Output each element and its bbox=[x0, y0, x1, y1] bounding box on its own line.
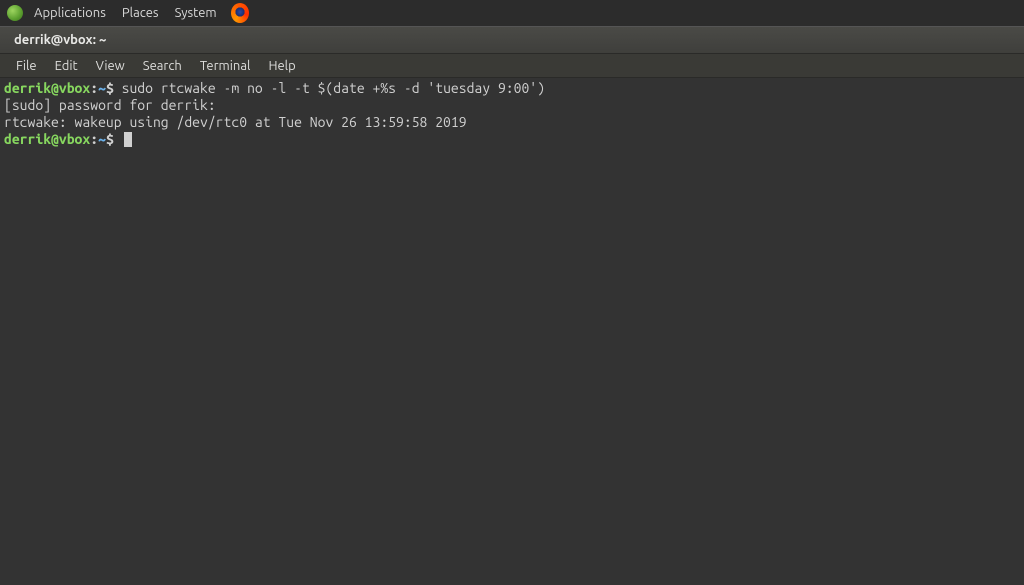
prompt-dollar: $ bbox=[106, 131, 122, 147]
menu-search[interactable]: Search bbox=[135, 57, 190, 75]
panel-applications-menu[interactable]: Applications bbox=[28, 6, 112, 20]
output-line-sudo: [sudo] password for derrik: bbox=[4, 97, 216, 113]
firefox-launcher-icon[interactable] bbox=[231, 4, 249, 22]
command-line-1: sudo rtcwake -m no -l -t $(date +%s -d '… bbox=[122, 80, 545, 96]
menu-view[interactable]: View bbox=[88, 57, 133, 75]
output-line-rtcwake: rtcwake: wakeup using /dev/rtc0 at Tue N… bbox=[4, 114, 467, 130]
panel-system-menu[interactable]: System bbox=[169, 6, 223, 20]
desktop-top-panel: Applications Places System bbox=[0, 0, 1024, 26]
menu-terminal[interactable]: Terminal bbox=[192, 57, 259, 75]
prompt-separator: : bbox=[90, 80, 98, 96]
prompt-path: ~ bbox=[98, 80, 106, 96]
menu-help[interactable]: Help bbox=[260, 57, 303, 75]
terminal-cursor bbox=[124, 132, 132, 147]
mate-logo-icon bbox=[6, 4, 24, 22]
prompt-dollar: $ bbox=[106, 80, 122, 96]
prompt-separator: : bbox=[90, 131, 98, 147]
menu-edit[interactable]: Edit bbox=[47, 57, 86, 75]
panel-places-menu[interactable]: Places bbox=[116, 6, 165, 20]
terminal-menubar: File Edit View Search Terminal Help bbox=[0, 54, 1024, 78]
prompt-path: ~ bbox=[98, 131, 106, 147]
prompt-user-host: derrik@vbox bbox=[4, 80, 90, 96]
prompt-user-host: derrik@vbox bbox=[4, 131, 90, 147]
menu-file[interactable]: File bbox=[8, 57, 45, 75]
window-titlebar[interactable]: derrik@vbox: ~ bbox=[0, 26, 1024, 54]
window-title: derrik@vbox: ~ bbox=[14, 33, 106, 47]
terminal-output-area[interactable]: derrik@vbox:~$ sudo rtcwake -m no -l -t … bbox=[0, 78, 1024, 585]
